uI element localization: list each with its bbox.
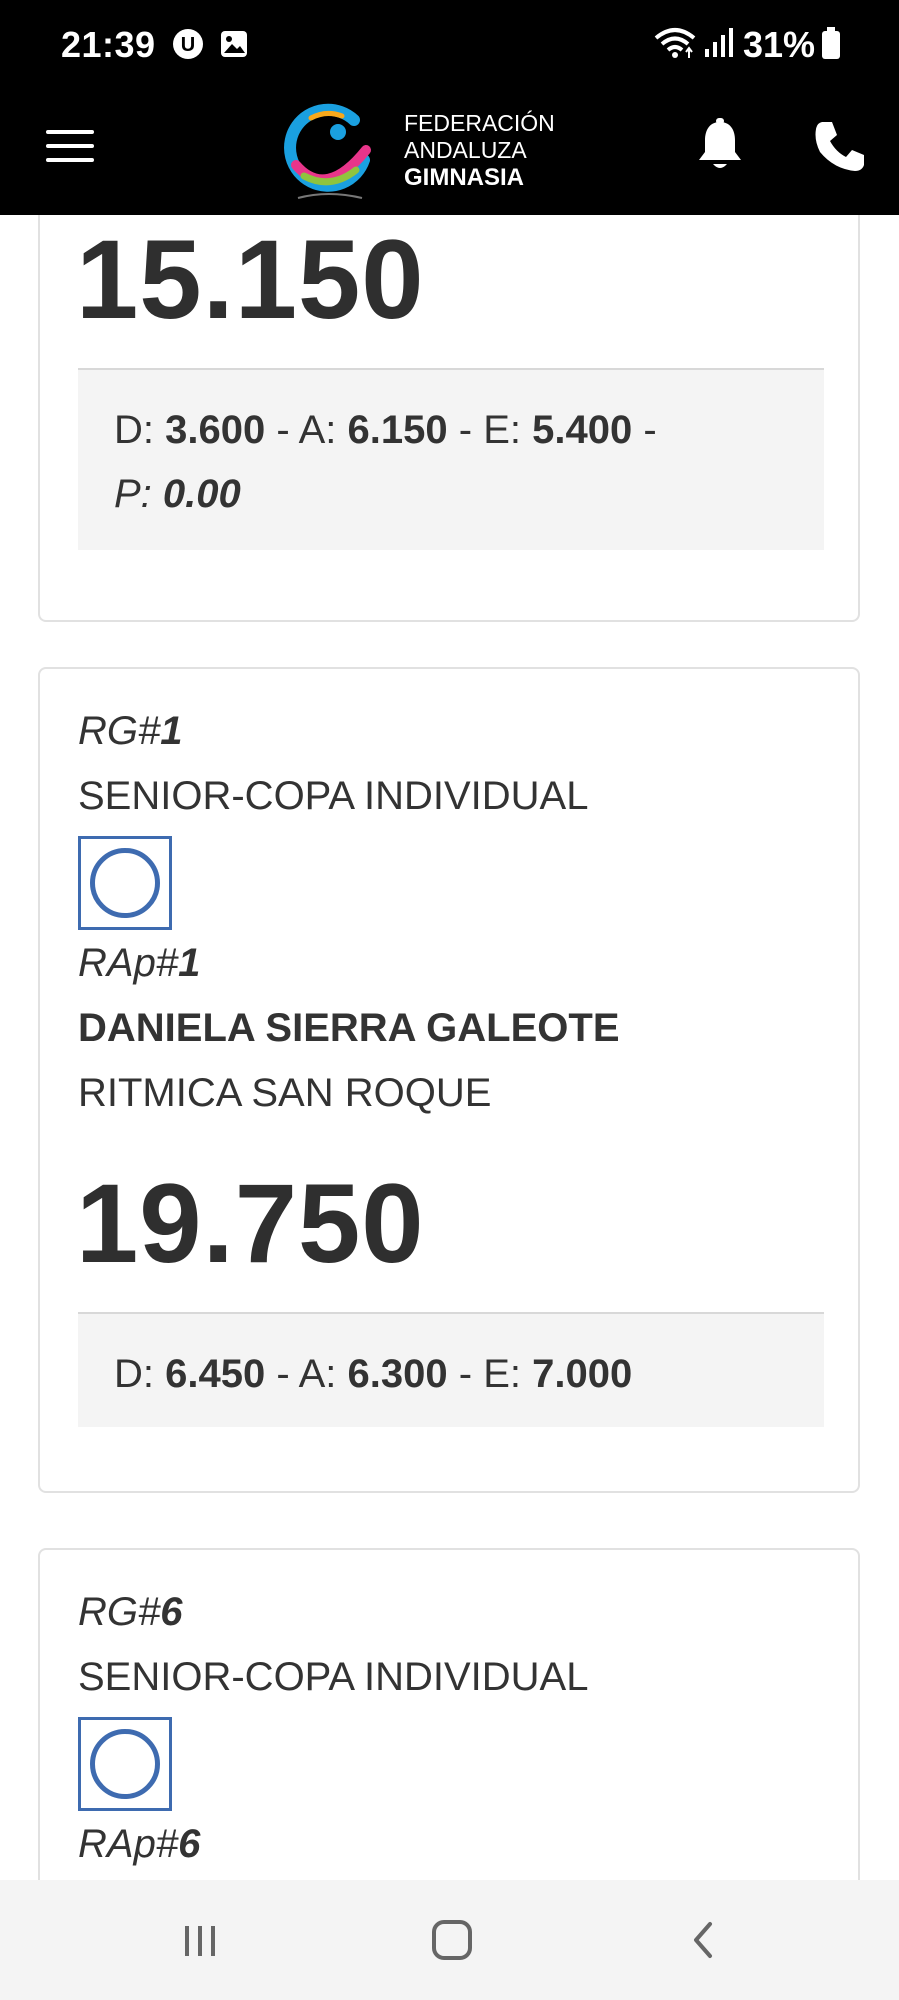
result-card: RG#1 SENIOR-COPA INDIVIDUAL RAp#1 DANIEL… (38, 667, 860, 1493)
wifi-icon (653, 26, 697, 65)
club-name: RITMICA SAN ROQUE (78, 1071, 492, 1115)
result-card: 15.150 D: 3.600 - A: 6.150 - E: 5.400 - … (38, 215, 860, 622)
menu-icon[interactable] (46, 130, 94, 174)
rg-number: RG#1 (78, 709, 183, 753)
category-label: SENIOR-COPA INDIVIDUAL (78, 1655, 589, 1699)
recent-apps-icon[interactable] (170, 1910, 230, 1970)
logo-line-2: ANDALUZA (404, 137, 527, 163)
logo-line-3: GIMNASIA (404, 164, 524, 191)
rap-number: RAp#1 (78, 941, 201, 985)
status-bar: 21:39 U 31% (0, 0, 899, 90)
gallery-icon (218, 28, 250, 60)
status-right-group: 31% (653, 22, 841, 68)
hoop-icon (78, 836, 172, 930)
category-label: SENIOR-COPA INDIVIDUAL (78, 774, 589, 818)
score-breakdown: D: 3.600 - A: 6.150 - E: 5.400 - P: 0.00 (78, 368, 824, 550)
logo-text: FEDERACIÓN ANDALUZA GIMNASIA (404, 110, 555, 191)
system-nav-bar (0, 1880, 899, 2000)
result-card: RG#6 SENIOR-COPA INDIVIDUAL RAp#6 (38, 1548, 860, 1880)
rg-number: RG#6 (78, 1590, 183, 1634)
results-list[interactable]: 15.150 D: 3.600 - A: 6.150 - E: 5.400 - … (0, 215, 899, 1880)
app-header: FEDERACIÓN ANDALUZA GIMNASIA (0, 90, 899, 215)
status-time: 21:39 (61, 24, 156, 65)
back-icon[interactable] (674, 1910, 734, 1970)
hoop-icon (78, 1717, 172, 1811)
total-score: 19.750 (76, 1161, 425, 1286)
logo-line-1: FEDERACIÓN (404, 110, 555, 136)
battery-icon (821, 26, 841, 65)
home-icon[interactable] (422, 1910, 482, 1970)
gymnast-name: DANIELA SIERRA GALEOTE (78, 1006, 620, 1050)
bell-icon[interactable] (695, 118, 745, 174)
u-badge-icon: U (172, 28, 204, 60)
svg-text:U: U (181, 34, 195, 56)
score-breakdown: D: 6.450 - A: 6.300 - E: 7.000 (78, 1312, 824, 1427)
phone-icon[interactable] (812, 118, 868, 174)
battery-percent: 31% (742, 24, 815, 65)
signal-icon (703, 27, 733, 64)
total-score: 15.150 (76, 217, 425, 342)
federation-logo[interactable]: FEDERACIÓN ANDALUZA GIMNASIA (276, 90, 555, 215)
logo-mark-icon (284, 103, 371, 199)
rap-number: RAp#6 (78, 1822, 201, 1866)
